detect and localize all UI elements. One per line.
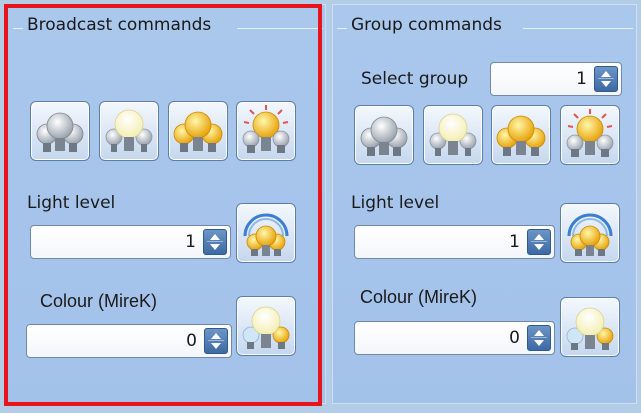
colour-label: Colour (MireK) (40, 291, 158, 311)
light-level-dial-icon (567, 213, 613, 256)
group-border (337, 28, 347, 29)
colour-temperature-icon (566, 307, 614, 350)
spinner-up-down-icon[interactable] (204, 328, 228, 354)
group-light-level-spinner[interactable]: 1 (354, 225, 555, 259)
broadcast-light-level-spinner[interactable]: 1 (30, 225, 231, 259)
light-level-dial-icon (243, 213, 289, 256)
select-group-spinner[interactable]: 1 (490, 62, 622, 96)
light-level-value: 1 (509, 232, 520, 252)
broadcast-set-light-level-button[interactable] (236, 203, 296, 263)
spinner-up-down-icon[interactable] (527, 325, 551, 351)
group-border (523, 28, 633, 29)
bulbs-flash-icon (242, 105, 290, 153)
colour-value: 0 (509, 328, 520, 348)
group-commands-group: Group commands Select group 1 Light leve… (332, 4, 637, 404)
colour-label: Colour (MireK) (360, 287, 478, 307)
broadcast-off-button[interactable] (30, 101, 90, 161)
light-level-label: Light level (351, 193, 440, 213)
broadcast-commands-group: Broadcast commands Light level 1 Colour … (4, 4, 326, 404)
broadcast-set-colour-button[interactable] (236, 296, 296, 356)
light-level-label: Light level (27, 193, 116, 213)
group-border (237, 28, 323, 29)
broadcast-colour-spinner[interactable]: 0 (26, 324, 232, 358)
group-set-light-level-button[interactable] (560, 203, 620, 263)
bulbs-dim-icon (105, 109, 153, 152)
spinner-up-down-icon[interactable] (594, 66, 618, 92)
light-level-value: 1 (185, 232, 196, 252)
bulbs-flash-icon (566, 109, 614, 157)
select-group-value: 1 (576, 69, 587, 89)
spinner-up-down-icon[interactable] (527, 229, 551, 255)
bulbs-on-icon (496, 115, 546, 156)
group-off-button[interactable] (354, 105, 414, 165)
group-max-button[interactable] (491, 105, 551, 165)
broadcast-min-button[interactable] (99, 101, 159, 161)
bulbs-on-icon (173, 111, 223, 152)
colour-temperature-icon (242, 306, 290, 349)
spinner-up-down-icon[interactable] (203, 229, 227, 255)
broadcast-commands-title: Broadcast commands (27, 15, 212, 35)
bulbs-off-icon (360, 116, 408, 156)
group-min-button[interactable] (423, 105, 483, 165)
group-border (13, 28, 23, 29)
group-commands-title: Group commands (351, 15, 502, 35)
group-flash-button[interactable] (560, 105, 620, 165)
broadcast-max-button[interactable] (168, 101, 228, 161)
bulbs-dim-icon (429, 113, 477, 156)
broadcast-flash-button[interactable] (236, 101, 296, 161)
select-group-label: Select group (361, 69, 469, 89)
group-set-colour-button[interactable] (560, 297, 620, 357)
colour-value: 0 (186, 331, 197, 351)
bulbs-off-icon (36, 112, 84, 152)
group-colour-spinner[interactable]: 0 (354, 321, 555, 355)
